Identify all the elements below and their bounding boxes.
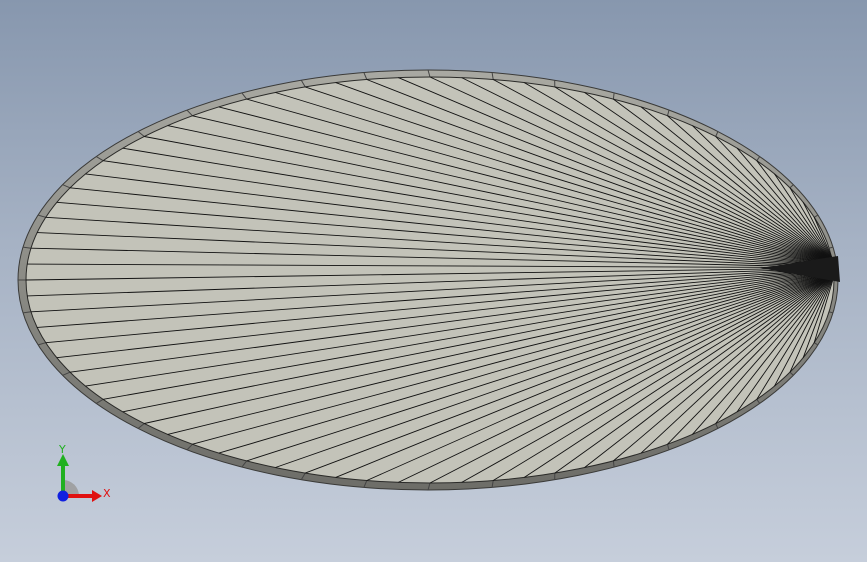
rim-segment-edge bbox=[612, 92, 615, 100]
plate-face[interactable] bbox=[25, 76, 835, 484]
graphics-viewport[interactable]: Y X bbox=[0, 0, 867, 562]
model-view[interactable] bbox=[0, 0, 867, 562]
coordinate-triad: Y X bbox=[57, 443, 111, 502]
x-axis-label: X bbox=[103, 487, 111, 500]
z-axis-dot bbox=[57, 490, 69, 502]
x-axis-arrow bbox=[92, 490, 102, 502]
y-axis-label: Y bbox=[58, 443, 66, 456]
rim-segment-edge bbox=[612, 460, 615, 468]
